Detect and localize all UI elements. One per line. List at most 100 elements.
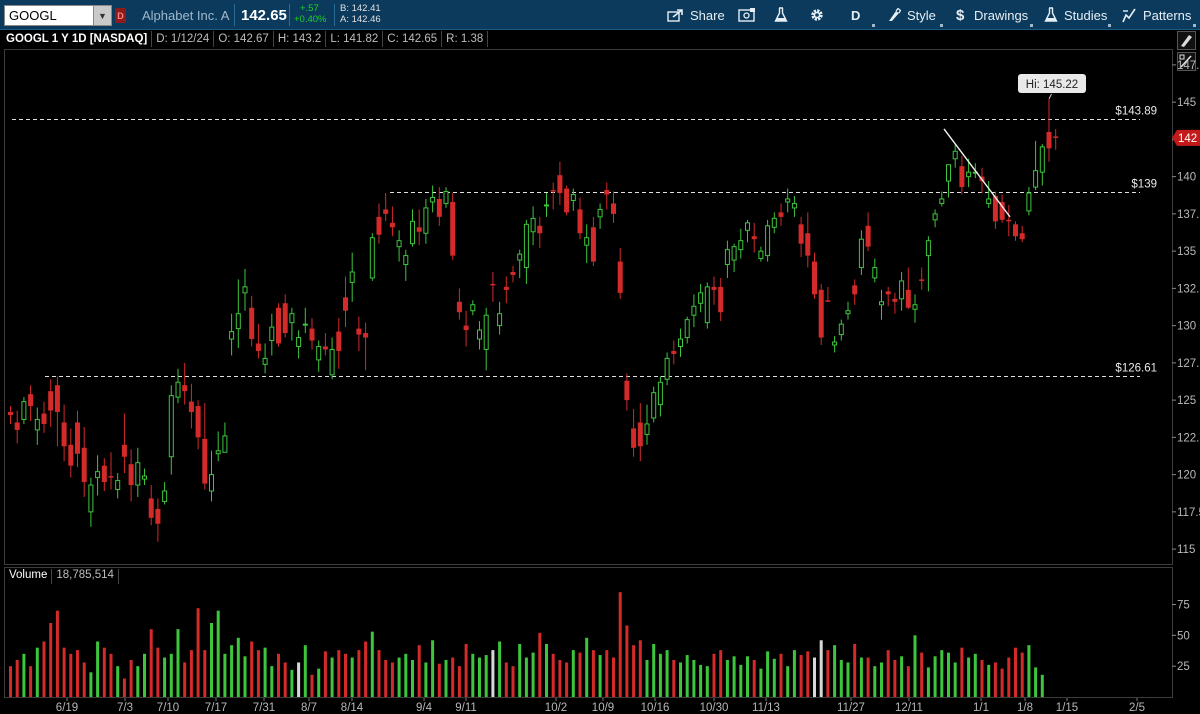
candle-body: [678, 338, 683, 347]
volume-bar: [665, 650, 669, 697]
candle: [517, 249, 523, 278]
candle-body: [202, 438, 208, 484]
volume-bar: [1027, 645, 1031, 697]
candle-body: [242, 286, 248, 294]
candle-body: [396, 240, 402, 248]
candle: [135, 447, 141, 497]
volume-bar: [819, 640, 823, 697]
candle-body: [182, 385, 188, 392]
volume-bar: [62, 647, 66, 697]
candle: [564, 185, 570, 216]
candle: [61, 404, 67, 462]
volume-bar: [839, 660, 843, 697]
candle: [838, 319, 844, 341]
volume-bar: [571, 650, 575, 697]
date-axis-label: 6/19: [56, 702, 78, 714]
candle: [450, 193, 456, 261]
volume-bar: [216, 610, 220, 697]
candle: [202, 403, 208, 490]
price-axis-label: 120: [1177, 470, 1196, 482]
candle-body: [825, 300, 831, 302]
volume-bar: [451, 657, 455, 697]
trendline[interactable]: [943, 128, 1011, 218]
volume-bar: [585, 637, 589, 697]
candle-body: [403, 255, 409, 266]
candle-body: [503, 286, 509, 290]
volume-bar: [926, 667, 930, 697]
candle-body: [276, 307, 281, 344]
volume-bar: [96, 641, 100, 697]
candle: [751, 222, 757, 253]
candle-body: [168, 395, 174, 458]
candle-body: [135, 462, 141, 486]
volume-bar: [705, 666, 709, 697]
volume-bar: [283, 662, 287, 697]
volume-bar: [893, 660, 897, 697]
candle: [490, 271, 496, 302]
volume-bar: [457, 666, 461, 697]
chart-canvas[interactable]: $143.89 $139 $126.61 115 117.5 120 122.5 125 12…: [0, 0, 1200, 714]
volume-bar: [792, 650, 796, 697]
candle-body: [430, 196, 436, 203]
volume-bar: [143, 653, 146, 697]
candle-body: [858, 238, 864, 269]
candle-body: [785, 198, 791, 203]
candle-body: [604, 190, 610, 195]
volume-bar: [518, 643, 522, 697]
candle: [550, 182, 556, 210]
candle: [738, 228, 744, 259]
volume-bar: [109, 653, 113, 697]
volume-bar: [752, 660, 756, 697]
candle-body: [865, 225, 871, 247]
candle: [771, 212, 777, 234]
volume-bar: [303, 645, 307, 697]
candle: [899, 271, 905, 311]
volume-bar: [484, 655, 488, 697]
candle-body: [510, 271, 516, 275]
volume-bar: [464, 643, 468, 697]
volume-bar: [940, 650, 944, 697]
candle-body: [651, 392, 657, 419]
date-axis-label: 8/14: [341, 702, 364, 714]
volume-bar: [1040, 674, 1044, 697]
candle: [215, 431, 221, 462]
volume-bar: [652, 643, 656, 697]
volume-bar: [545, 643, 548, 697]
candle-body: [946, 164, 951, 182]
candle-body: [450, 201, 456, 256]
volume-bar: [638, 640, 642, 697]
candle: [477, 321, 482, 350]
candle: [932, 209, 938, 228]
date-axis-label: 10/2: [545, 702, 567, 714]
price-axis-label: 117.5: [1177, 507, 1200, 519]
volume-bar: [886, 650, 890, 697]
volume-bar: [846, 662, 850, 697]
volume-bar: [685, 655, 689, 697]
candle-body: [1013, 224, 1018, 237]
candle: [523, 219, 529, 284]
candle: [276, 303, 281, 347]
candle-body: [731, 246, 737, 261]
volume-bar: [176, 629, 180, 697]
candle-body: [343, 297, 348, 311]
candle-body: [1046, 131, 1052, 149]
candle: [852, 279, 858, 305]
volume-bar: [397, 657, 401, 697]
volume-bar: [960, 647, 964, 697]
volume-bar: [471, 653, 475, 697]
candle-body: [711, 286, 717, 290]
candle-body: [262, 357, 268, 365]
candle-body: [952, 150, 958, 160]
candle: [590, 216, 596, 267]
volume-bar: [156, 647, 160, 697]
volume-bar: [779, 653, 783, 697]
candle-body: [919, 279, 925, 281]
candle: [262, 343, 268, 374]
date-axis-label: 7/17: [205, 702, 227, 714]
date-axis-label: 7/31: [253, 702, 275, 714]
candle-body: [805, 233, 811, 256]
candle: [48, 379, 54, 427]
candle-body: [470, 304, 476, 312]
date-axis-label: 11/27: [837, 702, 865, 714]
volume-bar: [565, 662, 569, 697]
